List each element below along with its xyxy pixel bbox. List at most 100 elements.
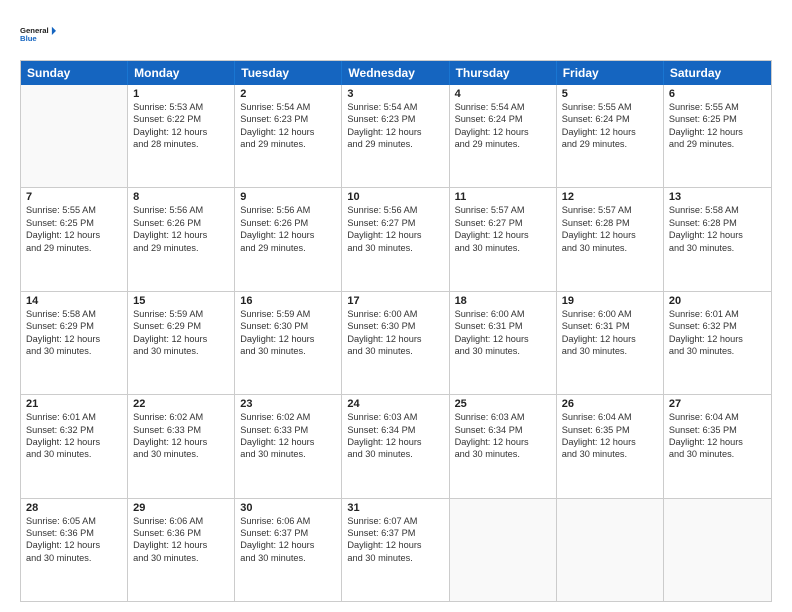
sunrise-line: Sunrise: 6:02 AM [133, 411, 229, 423]
day-number: 18 [455, 295, 551, 307]
svg-text:Blue: Blue [20, 34, 37, 43]
daylight-label: Daylight: 12 hoursand 29 minutes. [455, 126, 551, 151]
cal-cell: 28 Sunrise: 6:05 AM Sunset: 6:36 PM Dayl… [21, 499, 128, 601]
daylight-label: Daylight: 12 hoursand 28 minutes. [133, 126, 229, 151]
logo-svg: General Blue [20, 16, 56, 52]
sunrise-line: Sunrise: 6:00 AM [347, 308, 443, 320]
daylight-label: Daylight: 12 hoursand 30 minutes. [133, 539, 229, 564]
sunrise-line: Sunrise: 5:56 AM [133, 204, 229, 216]
cal-cell: 14 Sunrise: 5:58 AM Sunset: 6:29 PM Dayl… [21, 292, 128, 394]
sunrise-line: Sunrise: 5:55 AM [669, 101, 766, 113]
sunset-line: Sunset: 6:24 PM [562, 113, 658, 125]
sunset-line: Sunset: 6:26 PM [133, 217, 229, 229]
cal-cell: 3 Sunrise: 5:54 AM Sunset: 6:23 PM Dayli… [342, 85, 449, 187]
day-number: 11 [455, 191, 551, 203]
cal-week-2: 14 Sunrise: 5:58 AM Sunset: 6:29 PM Dayl… [21, 292, 771, 395]
cal-cell: 23 Sunrise: 6:02 AM Sunset: 6:33 PM Dayl… [235, 395, 342, 497]
day-number: 27 [669, 398, 766, 410]
daylight-label: Daylight: 12 hoursand 30 minutes. [347, 436, 443, 461]
sunset-line: Sunset: 6:35 PM [669, 424, 766, 436]
cal-cell: 17 Sunrise: 6:00 AM Sunset: 6:30 PM Dayl… [342, 292, 449, 394]
day-number: 20 [669, 295, 766, 307]
cal-cell: 12 Sunrise: 5:57 AM Sunset: 6:28 PM Dayl… [557, 188, 664, 290]
sunrise-line: Sunrise: 5:55 AM [26, 204, 122, 216]
day-number: 23 [240, 398, 336, 410]
cal-cell: 11 Sunrise: 5:57 AM Sunset: 6:27 PM Dayl… [450, 188, 557, 290]
daylight-label: Daylight: 12 hoursand 30 minutes. [455, 333, 551, 358]
day-number: 3 [347, 88, 443, 100]
cal-cell: 2 Sunrise: 5:54 AM Sunset: 6:23 PM Dayli… [235, 85, 342, 187]
sunrise-line: Sunrise: 6:04 AM [562, 411, 658, 423]
calendar-header-row: SundayMondayTuesdayWednesdayThursdayFrid… [21, 61, 771, 85]
day-number: 13 [669, 191, 766, 203]
sunset-line: Sunset: 6:30 PM [347, 320, 443, 332]
cal-week-3: 21 Sunrise: 6:01 AM Sunset: 6:32 PM Dayl… [21, 395, 771, 498]
sunset-line: Sunset: 6:31 PM [455, 320, 551, 332]
daylight-label: Daylight: 12 hoursand 29 minutes. [240, 126, 336, 151]
day-number: 1 [133, 88, 229, 100]
cal-cell: 31 Sunrise: 6:07 AM Sunset: 6:37 PM Dayl… [342, 499, 449, 601]
cal-cell: 6 Sunrise: 5:55 AM Sunset: 6:25 PM Dayli… [664, 85, 771, 187]
cal-cell: 19 Sunrise: 6:00 AM Sunset: 6:31 PM Dayl… [557, 292, 664, 394]
sunrise-line: Sunrise: 6:07 AM [347, 515, 443, 527]
daylight-label: Daylight: 12 hoursand 30 minutes. [240, 436, 336, 461]
sunset-line: Sunset: 6:30 PM [240, 320, 336, 332]
sunset-line: Sunset: 6:25 PM [669, 113, 766, 125]
header: General Blue [20, 16, 772, 52]
daylight-label: Daylight: 12 hoursand 30 minutes. [347, 229, 443, 254]
day-number: 7 [26, 191, 122, 203]
cal-cell: 24 Sunrise: 6:03 AM Sunset: 6:34 PM Dayl… [342, 395, 449, 497]
cal-cell: 7 Sunrise: 5:55 AM Sunset: 6:25 PM Dayli… [21, 188, 128, 290]
cal-cell: 27 Sunrise: 6:04 AM Sunset: 6:35 PM Dayl… [664, 395, 771, 497]
cal-cell: 4 Sunrise: 5:54 AM Sunset: 6:24 PM Dayli… [450, 85, 557, 187]
daylight-label: Daylight: 12 hoursand 30 minutes. [26, 539, 122, 564]
cal-header-wednesday: Wednesday [342, 61, 449, 85]
day-number: 25 [455, 398, 551, 410]
sunrise-line: Sunrise: 5:57 AM [455, 204, 551, 216]
cal-cell [664, 499, 771, 601]
day-number: 5 [562, 88, 658, 100]
calendar: SundayMondayTuesdayWednesdayThursdayFrid… [20, 60, 772, 602]
sunset-line: Sunset: 6:32 PM [26, 424, 122, 436]
daylight-label: Daylight: 12 hoursand 30 minutes. [26, 333, 122, 358]
daylight-label: Daylight: 12 hoursand 29 minutes. [26, 229, 122, 254]
daylight-label: Daylight: 12 hoursand 30 minutes. [240, 333, 336, 358]
sunset-line: Sunset: 6:27 PM [347, 217, 443, 229]
cal-header-sunday: Sunday [21, 61, 128, 85]
daylight-label: Daylight: 12 hoursand 29 minutes. [669, 126, 766, 151]
day-number: 30 [240, 502, 336, 514]
sunrise-line: Sunrise: 6:00 AM [455, 308, 551, 320]
sunrise-line: Sunrise: 6:00 AM [562, 308, 658, 320]
sunset-line: Sunset: 6:28 PM [562, 217, 658, 229]
daylight-label: Daylight: 12 hoursand 29 minutes. [240, 229, 336, 254]
daylight-label: Daylight: 12 hoursand 30 minutes. [669, 333, 766, 358]
sunrise-line: Sunrise: 6:01 AM [669, 308, 766, 320]
day-number: 28 [26, 502, 122, 514]
sunrise-line: Sunrise: 6:06 AM [133, 515, 229, 527]
sunrise-line: Sunrise: 5:59 AM [240, 308, 336, 320]
day-number: 10 [347, 191, 443, 203]
sunrise-line: Sunrise: 5:56 AM [240, 204, 336, 216]
cal-cell: 29 Sunrise: 6:06 AM Sunset: 6:36 PM Dayl… [128, 499, 235, 601]
cal-header-friday: Friday [557, 61, 664, 85]
day-number: 26 [562, 398, 658, 410]
daylight-label: Daylight: 12 hoursand 30 minutes. [455, 436, 551, 461]
day-number: 6 [669, 88, 766, 100]
cal-header-monday: Monday [128, 61, 235, 85]
cal-header-saturday: Saturday [664, 61, 771, 85]
daylight-label: Daylight: 12 hoursand 29 minutes. [562, 126, 658, 151]
sunrise-line: Sunrise: 5:54 AM [240, 101, 336, 113]
sunset-line: Sunset: 6:28 PM [669, 217, 766, 229]
day-number: 9 [240, 191, 336, 203]
cal-cell: 21 Sunrise: 6:01 AM Sunset: 6:32 PM Dayl… [21, 395, 128, 497]
sunrise-line: Sunrise: 6:06 AM [240, 515, 336, 527]
daylight-label: Daylight: 12 hoursand 30 minutes. [669, 229, 766, 254]
sunset-line: Sunset: 6:26 PM [240, 217, 336, 229]
sunrise-line: Sunrise: 5:56 AM [347, 204, 443, 216]
sunset-line: Sunset: 6:36 PM [26, 527, 122, 539]
day-number: 14 [26, 295, 122, 307]
sunset-line: Sunset: 6:36 PM [133, 527, 229, 539]
cal-cell: 20 Sunrise: 6:01 AM Sunset: 6:32 PM Dayl… [664, 292, 771, 394]
sunrise-line: Sunrise: 5:58 AM [26, 308, 122, 320]
cal-cell: 1 Sunrise: 5:53 AM Sunset: 6:22 PM Dayli… [128, 85, 235, 187]
